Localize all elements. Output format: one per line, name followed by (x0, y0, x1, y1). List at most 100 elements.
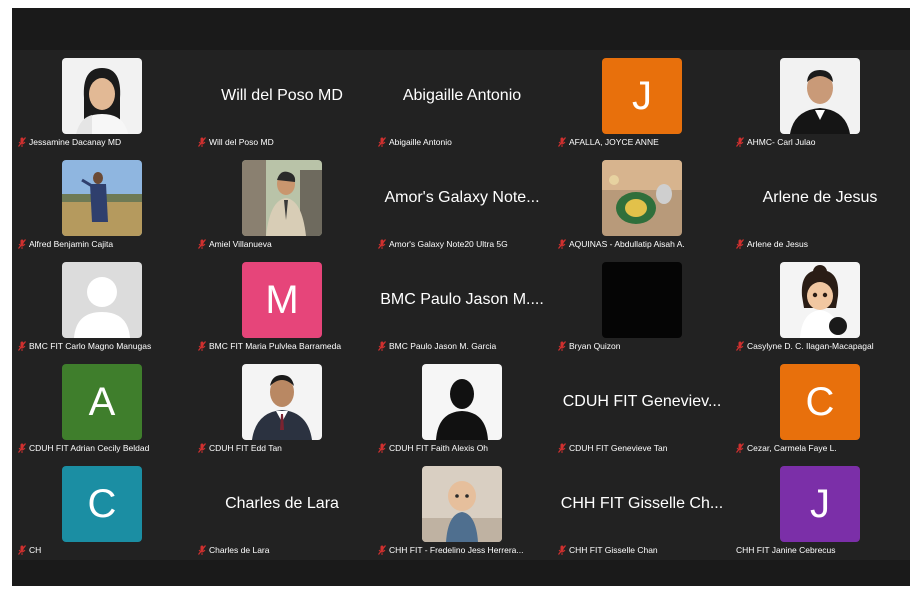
participant-name: CDUH FIT Faith Alexis Oh (389, 443, 489, 453)
participant-name: Charles de Lara (209, 545, 270, 555)
participant-tile[interactable]: C Cezar, Carmela Faye L. (730, 356, 910, 458)
muted-mic-icon (18, 545, 26, 555)
participant-name-label: CHH FIT Janine Cebrecus (736, 544, 908, 556)
participant-tile[interactable]: Abigaille Antonio Abigaille Antonio (372, 50, 552, 152)
participant-name-label: Abigaille Antonio (378, 136, 550, 148)
participant-tile[interactable]: CHH FIT Gisselle Ch... CHH FIT Gisselle C… (552, 458, 732, 560)
participant-name-label: Bryan Quizon (558, 340, 730, 352)
participant-tile[interactable]: Jessamine Dacanay MD (12, 50, 192, 152)
participant-name-label: Jessamine Dacanay MD (18, 136, 190, 148)
participant-name: CH (29, 545, 42, 555)
participant-name: Bryan Quizon (569, 341, 621, 351)
participant-tile[interactable]: M BMC FIT Maria Pulvlea Barrameda (192, 254, 372, 356)
participant-display-name: CDUH FIT Geneviev... (562, 393, 722, 410)
participant-name-label: CDUH FIT Edd Tan (198, 442, 370, 454)
participant-video (62, 262, 142, 338)
participant-tile[interactable]: Alfred Benjamin Cajita (12, 152, 192, 254)
muted-mic-icon (558, 341, 566, 351)
participant-tile[interactable]: Bryan Quizon (552, 254, 732, 356)
participant-name: CHH FIT - Fredelino Jess Herrera... (389, 545, 524, 555)
silhouette-photo (422, 364, 502, 440)
muted-mic-icon (198, 443, 206, 453)
participant-name: Abigaille Antonio (389, 137, 452, 147)
participant-tile[interactable]: CDUH FIT Faith Alexis Oh (372, 356, 552, 458)
participant-name-label: AHMC- Carl Julao (736, 136, 908, 148)
participant-display-name: Charles de Lara (225, 495, 339, 512)
participant-name-label: AQUINAS - Abdullatip Aisah A. (558, 238, 730, 250)
participant-name-label: CDUH FIT Adrian Cecily Beldad (18, 442, 190, 454)
muted-mic-icon (378, 239, 386, 249)
participant-gallery: Jessamine Dacanay MD Will del Poso MD Will… (12, 50, 910, 560)
participant-video (422, 364, 502, 440)
participant-name: Alfred Benjamin Cajita (29, 239, 114, 249)
participant-initial-avatar: A (62, 364, 142, 440)
woman-portrait-photo (62, 58, 142, 134)
muted-mic-icon (378, 443, 386, 453)
participant-name-label: BMC FIT Carlo Magno Manugas (18, 340, 190, 352)
default-avatar-icon (62, 262, 142, 338)
participant-video (242, 160, 322, 236)
participant-tile[interactable]: C CH (12, 458, 192, 560)
avatar-letter: A (88, 379, 116, 424)
participant-tile[interactable]: Arlene de Jesus Arlene de Jesus (730, 152, 910, 254)
participant-name-label: Charles de Lara (198, 544, 370, 556)
participant-name: Cezar, Carmela Faye L. (747, 443, 837, 453)
participant-tile[interactable]: Charles de Lara Charles de Lara (192, 458, 372, 560)
participant-initial-avatar: M (242, 262, 322, 338)
participant-display-name: BMC Paulo Jason M.... (380, 291, 544, 308)
participant-tile[interactable]: A CDUH FIT Adrian Cecily Beldad (12, 356, 192, 458)
muted-mic-icon (198, 545, 206, 555)
participant-tile[interactable]: Will del Poso MD Will del Poso MD (192, 50, 372, 152)
participant-display-name: Arlene de Jesus (762, 189, 878, 206)
participant-tile[interactable]: BMC FIT Carlo Magno Manugas (12, 254, 192, 356)
avatar-letter: M (265, 277, 299, 322)
muted-mic-icon (736, 341, 744, 351)
muted-mic-icon (198, 239, 206, 249)
participant-initial-avatar: J (602, 58, 682, 134)
participant-name: BMC FIT Carlo Magno Manugas (29, 341, 152, 351)
participant-tile[interactable]: Amor's Galaxy Note... Amor's Galaxy Note2… (372, 152, 552, 254)
participant-tile[interactable]: BMC Paulo Jason M.... BMC Paulo Jason M. … (372, 254, 552, 356)
cartoon-avatar-photo (780, 262, 860, 338)
muted-mic-icon (18, 443, 26, 453)
participant-tile[interactable]: J CHH FIT Janine Cebrecus (730, 458, 910, 560)
muted-mic-icon (18, 341, 26, 351)
participant-display-name: Abigaille Antonio (402, 87, 522, 104)
participant-name-label: Alfred Benjamin Cajita (18, 238, 190, 250)
participant-video (602, 160, 682, 236)
participant-initial-avatar: J (780, 466, 860, 542)
muted-mic-icon (378, 137, 386, 147)
participant-name: Amiel Villanueva (209, 239, 272, 249)
participant-tile[interactable]: AHMC- Carl Julao (730, 50, 910, 152)
participant-name: Will del Poso MD (209, 137, 274, 147)
black-video-icon (602, 262, 682, 338)
participant-name: BMC FIT Maria Pulvlea Barrameda (209, 341, 342, 351)
participant-name: AHMC- Carl Julao (747, 137, 816, 147)
meeting-window: Jessamine Dacanay MD Will del Poso MD Will… (12, 8, 910, 586)
participant-video (422, 466, 502, 542)
participant-tile[interactable]: Amiel Villanueva (192, 152, 372, 254)
participant-tile[interactable]: CDUH FIT Geneviev... CDUH FIT Genevieve T… (552, 356, 732, 458)
participant-name: CDUH FIT Genevieve Tan (569, 443, 668, 453)
participant-tile[interactable]: AQUINAS - Abdullatip Aisah A. (552, 152, 732, 254)
participant-name-label: CDUH FIT Genevieve Tan (558, 442, 730, 454)
participant-tile[interactable]: Casylyne D. C. Ilagan-Macapagal (730, 254, 910, 356)
outdoor-photo (62, 160, 142, 236)
participant-display-name: CHH FIT Gisselle Ch... (560, 495, 724, 512)
participant-tile[interactable]: J AFALLA, JOYCE ANNE (552, 50, 732, 152)
participant-tile[interactable]: CDUH FIT Edd Tan (192, 356, 372, 458)
participant-name-label: Will del Poso MD (198, 136, 370, 148)
muted-mic-icon (736, 137, 744, 147)
avatar-letter: J (810, 481, 830, 526)
participant-name-label: BMC Paulo Jason M. Garcia (378, 340, 550, 352)
participant-tile[interactable]: CHH FIT - Fredelino Jess Herrera... (372, 458, 552, 560)
man-suit-photo (242, 364, 322, 440)
muted-mic-icon (558, 239, 566, 249)
participant-video (780, 58, 860, 134)
participant-name-label: Cezar, Carmela Faye L. (736, 442, 908, 454)
muted-mic-icon (736, 239, 744, 249)
participant-name: Jessamine Dacanay MD (29, 137, 122, 147)
muted-mic-icon (198, 137, 206, 147)
participant-name: CHH FIT Gisselle Chan (569, 545, 658, 555)
avatar-letter: J (632, 73, 652, 118)
